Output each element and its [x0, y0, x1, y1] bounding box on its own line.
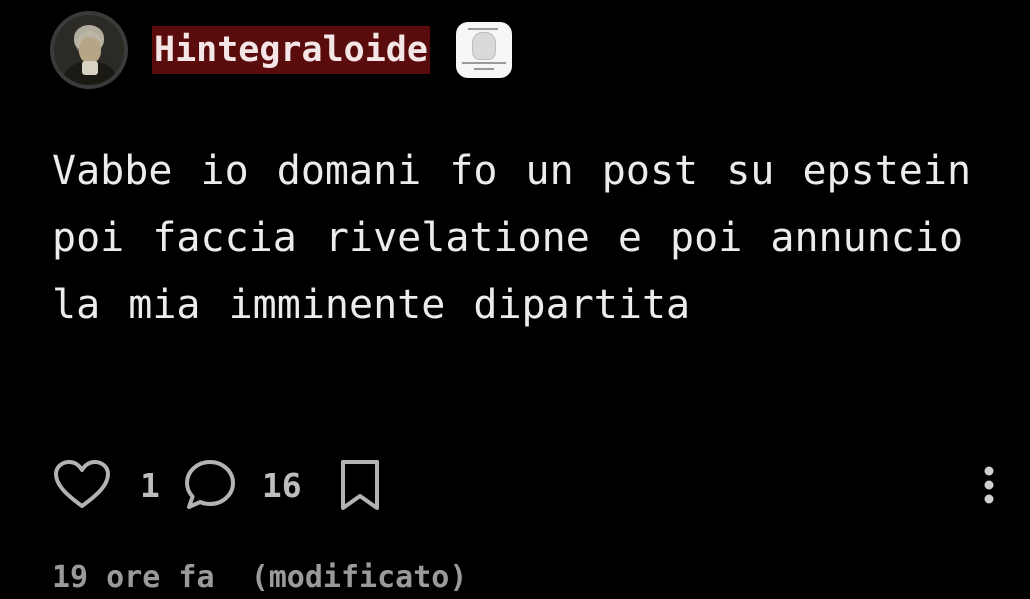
post-actions: 1 16 [52, 455, 390, 515]
bookmark-icon [340, 460, 379, 510]
badge-caption-line [461, 62, 506, 64]
post-header: Hintegraloide [50, 10, 512, 90]
save-button[interactable] [330, 455, 390, 515]
post-text: Vabbe io domani fo un post su epstein po… [52, 148, 972, 328]
like-button[interactable] [52, 455, 112, 515]
comment-count: 16 [261, 465, 302, 505]
avatar-face [79, 37, 101, 63]
more-vertical-icon [984, 466, 994, 504]
more-options-button[interactable] [966, 455, 1012, 515]
comment-button[interactable] [180, 455, 240, 515]
badge-caption-line [467, 28, 498, 30]
like-count: 1 [140, 465, 160, 505]
comment-icon [184, 460, 235, 509]
heart-icon [54, 460, 110, 508]
avatar-collar [82, 61, 98, 75]
username[interactable]: Hintegraloide [152, 26, 430, 74]
edited-label: (modificato) [250, 560, 468, 595]
badge-figure [471, 32, 496, 60]
post-time: 19 ore fa [52, 560, 215, 595]
badge[interactable] [455, 22, 512, 78]
post-timestamp: 19 ore fa (modificato) [52, 560, 467, 595]
badge-caption-line [473, 68, 494, 70]
avatar[interactable] [50, 11, 128, 89]
